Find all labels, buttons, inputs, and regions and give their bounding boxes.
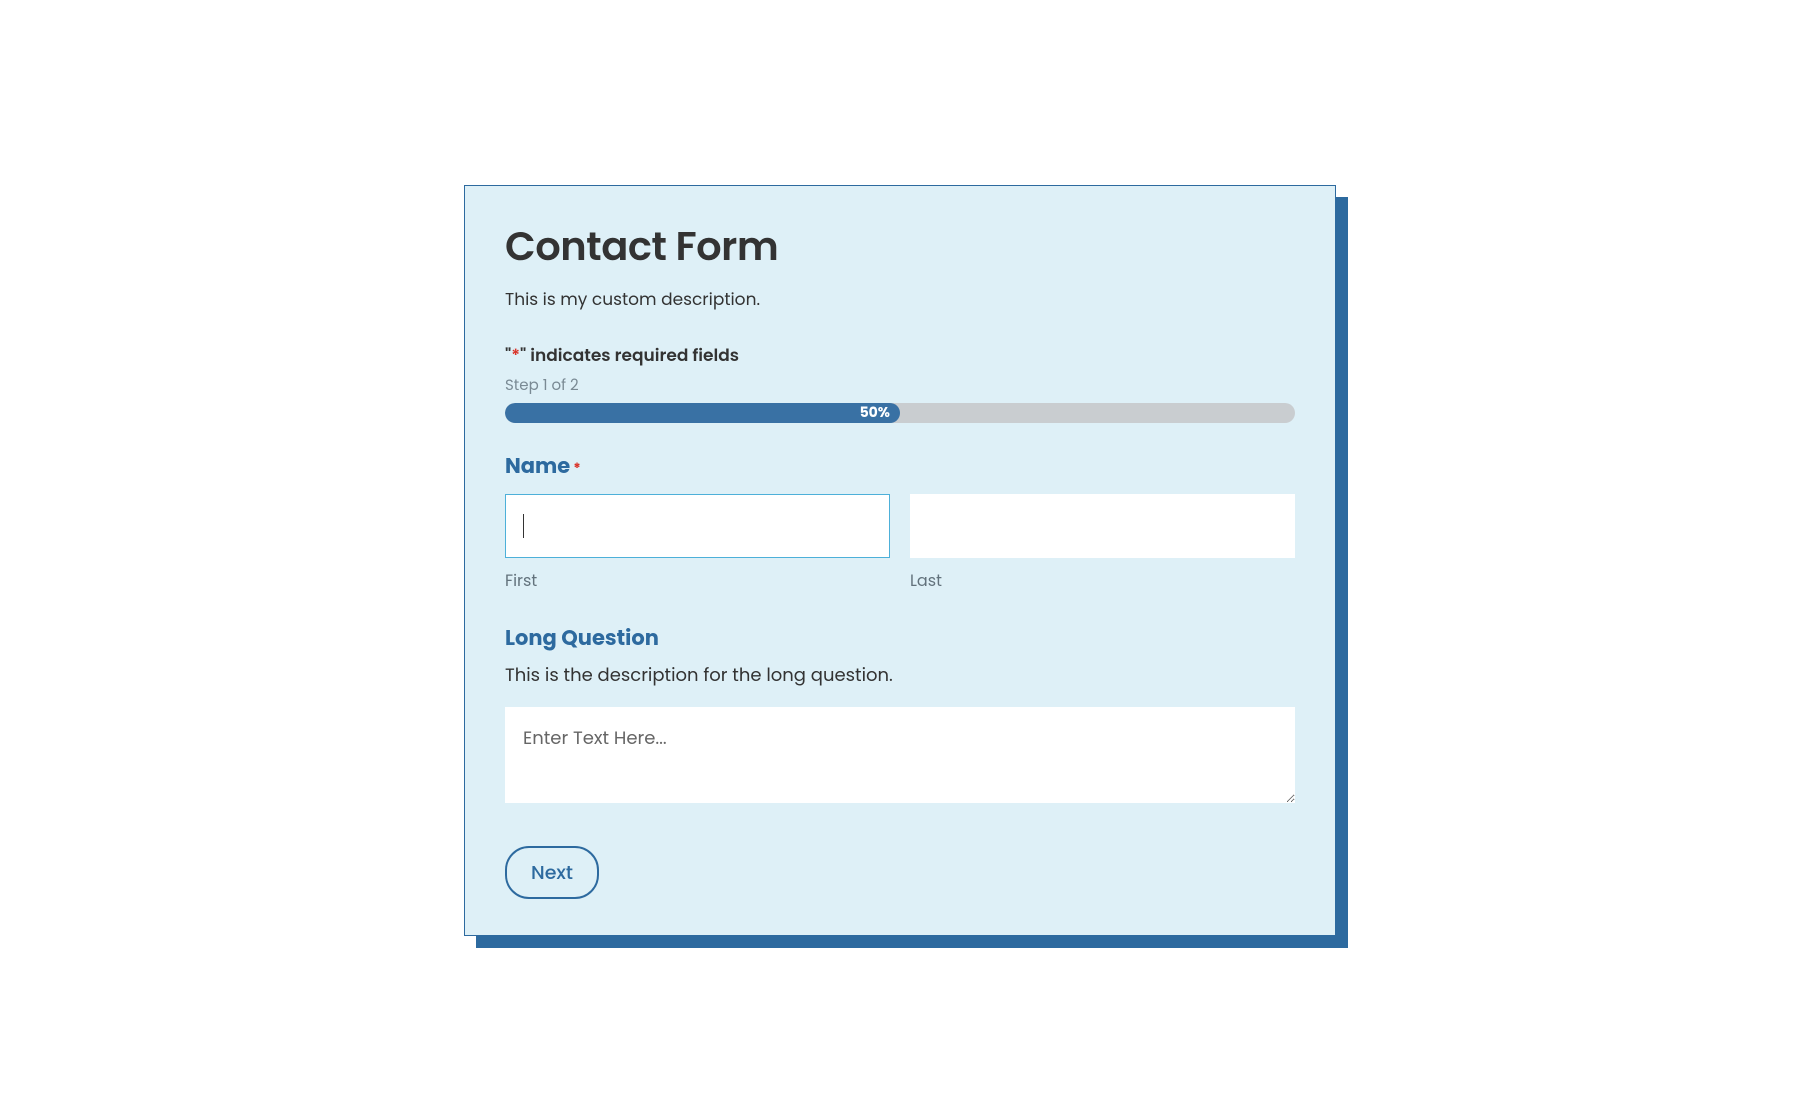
first-name-input-wrap (505, 494, 890, 558)
required-asterisk-icon: * (573, 458, 580, 479)
form-description: This is my custom description. (505, 286, 1295, 312)
long-question-label: Long Question (505, 623, 1295, 654)
last-name-input[interactable] (910, 494, 1295, 558)
long-question-textarea-wrap (505, 707, 1295, 810)
progress-bar: 50% (505, 403, 1295, 423)
progress-fill: 50% (505, 403, 900, 423)
first-name-sublabel: First (505, 568, 890, 593)
name-field-row: First Last (505, 494, 1295, 593)
first-name-column: First (505, 494, 890, 593)
long-question-label-text: Long Question (505, 623, 659, 654)
long-question-description: This is the description for the long que… (505, 662, 1295, 689)
step-label: Step 1 of 2 (505, 374, 1295, 397)
text-cursor-icon (523, 514, 524, 538)
first-name-input[interactable] (505, 494, 890, 558)
form-title: Contact Form (505, 216, 1295, 276)
name-label-text: Name (505, 451, 570, 482)
form-container: Contact Form This is my custom descripti… (464, 185, 1336, 936)
long-question-textarea[interactable] (505, 707, 1295, 803)
name-field-label: Name * (505, 451, 1295, 482)
last-name-sublabel: Last (910, 568, 1295, 593)
progress-percent-label: 50% (860, 403, 890, 423)
required-fields-note: "*" indicates required fields (505, 342, 1295, 368)
required-note-suffix: " indicates required fields (520, 343, 739, 367)
next-button[interactable]: Next (505, 846, 599, 899)
asterisk-icon: * (511, 343, 520, 367)
last-name-column: Last (910, 494, 1295, 593)
form-panel: Contact Form This is my custom descripti… (464, 185, 1336, 936)
